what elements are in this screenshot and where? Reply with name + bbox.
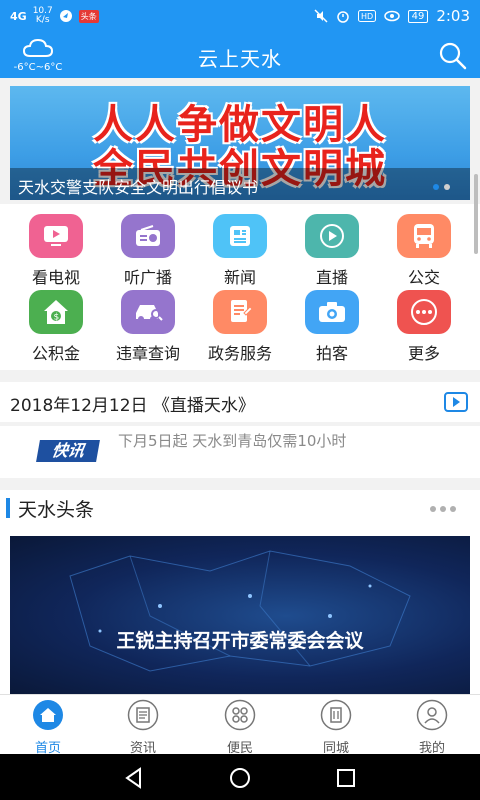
play-video-icon[interactable] — [444, 392, 468, 412]
section-more-button[interactable] — [430, 506, 456, 512]
service-bus[interactable]: 公交 — [378, 214, 470, 288]
location-icon — [59, 10, 72, 22]
fund-icon: $ — [29, 290, 83, 334]
main-content: 人人争做文明人 全民共创文明城 天水交警支队安全文明出行倡议书 看电视 听广播 … — [0, 78, 480, 694]
section-accent-bar — [6, 498, 10, 518]
newspaper-icon — [127, 699, 159, 731]
news-icon — [213, 214, 267, 258]
banner-caption: 天水交警支队安全文明出行倡议书 — [10, 168, 470, 200]
radio-icon — [121, 214, 175, 258]
service-live[interactable]: 直播 — [286, 214, 378, 288]
banner-pager — [433, 184, 450, 190]
battery-indicator: 49 — [407, 9, 429, 23]
scrollbar[interactable] — [474, 174, 478, 254]
grid-icon — [224, 699, 256, 731]
news-flash-logo: 快讯 — [36, 440, 100, 462]
back-icon[interactable] — [122, 766, 146, 790]
app-title: 云上天水 — [198, 47, 282, 71]
mute-icon — [314, 9, 328, 23]
home-button-icon[interactable] — [228, 766, 252, 790]
tv-icon — [29, 214, 83, 258]
tab-profile[interactable]: 我的 — [402, 699, 462, 756]
service-grid: 看电视 听广播 新闻 直播 公交 $ 公积金 违章查询 政务服务 拍客 更多 — [0, 204, 480, 370]
tab-home[interactable]: 首页 — [18, 699, 78, 756]
service-more[interactable]: 更多 — [378, 290, 470, 364]
service-photo[interactable]: 拍客 — [286, 290, 378, 364]
pager-dot-2 — [444, 184, 450, 190]
document-icon — [213, 290, 267, 334]
news-flash[interactable]: 快讯 下月5日起 天水到青岛仅需10小时 — [0, 426, 480, 478]
app-header: -6°C~6°C 云上天水 — [0, 32, 480, 78]
more-icon — [397, 290, 451, 334]
svg-text:HD: HD — [361, 12, 373, 21]
eye-icon — [383, 10, 400, 22]
camera-icon — [305, 290, 359, 334]
bottom-tab-bar: 首页 资讯 便民 同城 我的 — [0, 694, 480, 756]
service-radio[interactable]: 听广播 — [102, 214, 194, 288]
car-icon — [121, 290, 175, 334]
network-speed: 10.7 K/s — [32, 6, 53, 25]
tab-news[interactable]: 资讯 — [113, 699, 173, 756]
service-tv[interactable]: 看电视 — [10, 214, 102, 288]
system-navigation-bar — [0, 754, 480, 800]
tab-services[interactable]: 便民 — [210, 699, 270, 756]
recents-icon[interactable] — [334, 766, 358, 790]
section-title: 天水头条 — [18, 499, 95, 521]
live-program-row[interactable]: 2018年12月12日 《直播天水》 — [0, 382, 480, 422]
search-icon[interactable] — [438, 41, 468, 71]
map-background — [69, 550, 411, 672]
headline-image[interactable]: 王锐主持召开市委常委会会议 — [10, 536, 470, 694]
service-news[interactable]: 新闻 — [194, 214, 286, 288]
service-violation[interactable]: 违章查询 — [102, 290, 194, 364]
user-icon — [416, 699, 448, 731]
program-date-title: 2018年12月12日 《直播天水》 — [10, 396, 255, 416]
tab-local[interactable]: 同城 — [306, 699, 366, 756]
signal-indicator: 4G — [10, 9, 27, 23]
service-government[interactable]: 政务服务 — [194, 290, 286, 364]
headline-text: 王锐主持召开市委常委会会议 — [116, 630, 364, 652]
hd-icon: HD — [357, 10, 376, 22]
alarm-icon — [336, 11, 349, 23]
pager-dot-1 — [433, 184, 439, 190]
hero-banner[interactable]: 人人争做文明人 全民共创文明城 天水交警支队安全文明出行倡议书 — [10, 86, 470, 200]
status-bar: 4G 10.7 K/s 头条 HD 49 2:03 — [0, 0, 480, 32]
status-time: 2:03 — [436, 7, 470, 25]
bus-icon — [397, 214, 451, 258]
news-flash-text: 下月5日起 天水到青岛仅需10小时 — [118, 432, 347, 450]
headlines-section: 天水头条 王锐主持召开市委常委会会议 — [0, 490, 480, 694]
service-fund[interactable]: $ 公积金 — [10, 290, 102, 364]
building-icon — [320, 699, 352, 731]
home-icon — [33, 700, 63, 730]
live-icon — [305, 214, 359, 258]
svg-text:$: $ — [54, 313, 60, 323]
notification-badge: 头条 — [78, 9, 99, 23]
